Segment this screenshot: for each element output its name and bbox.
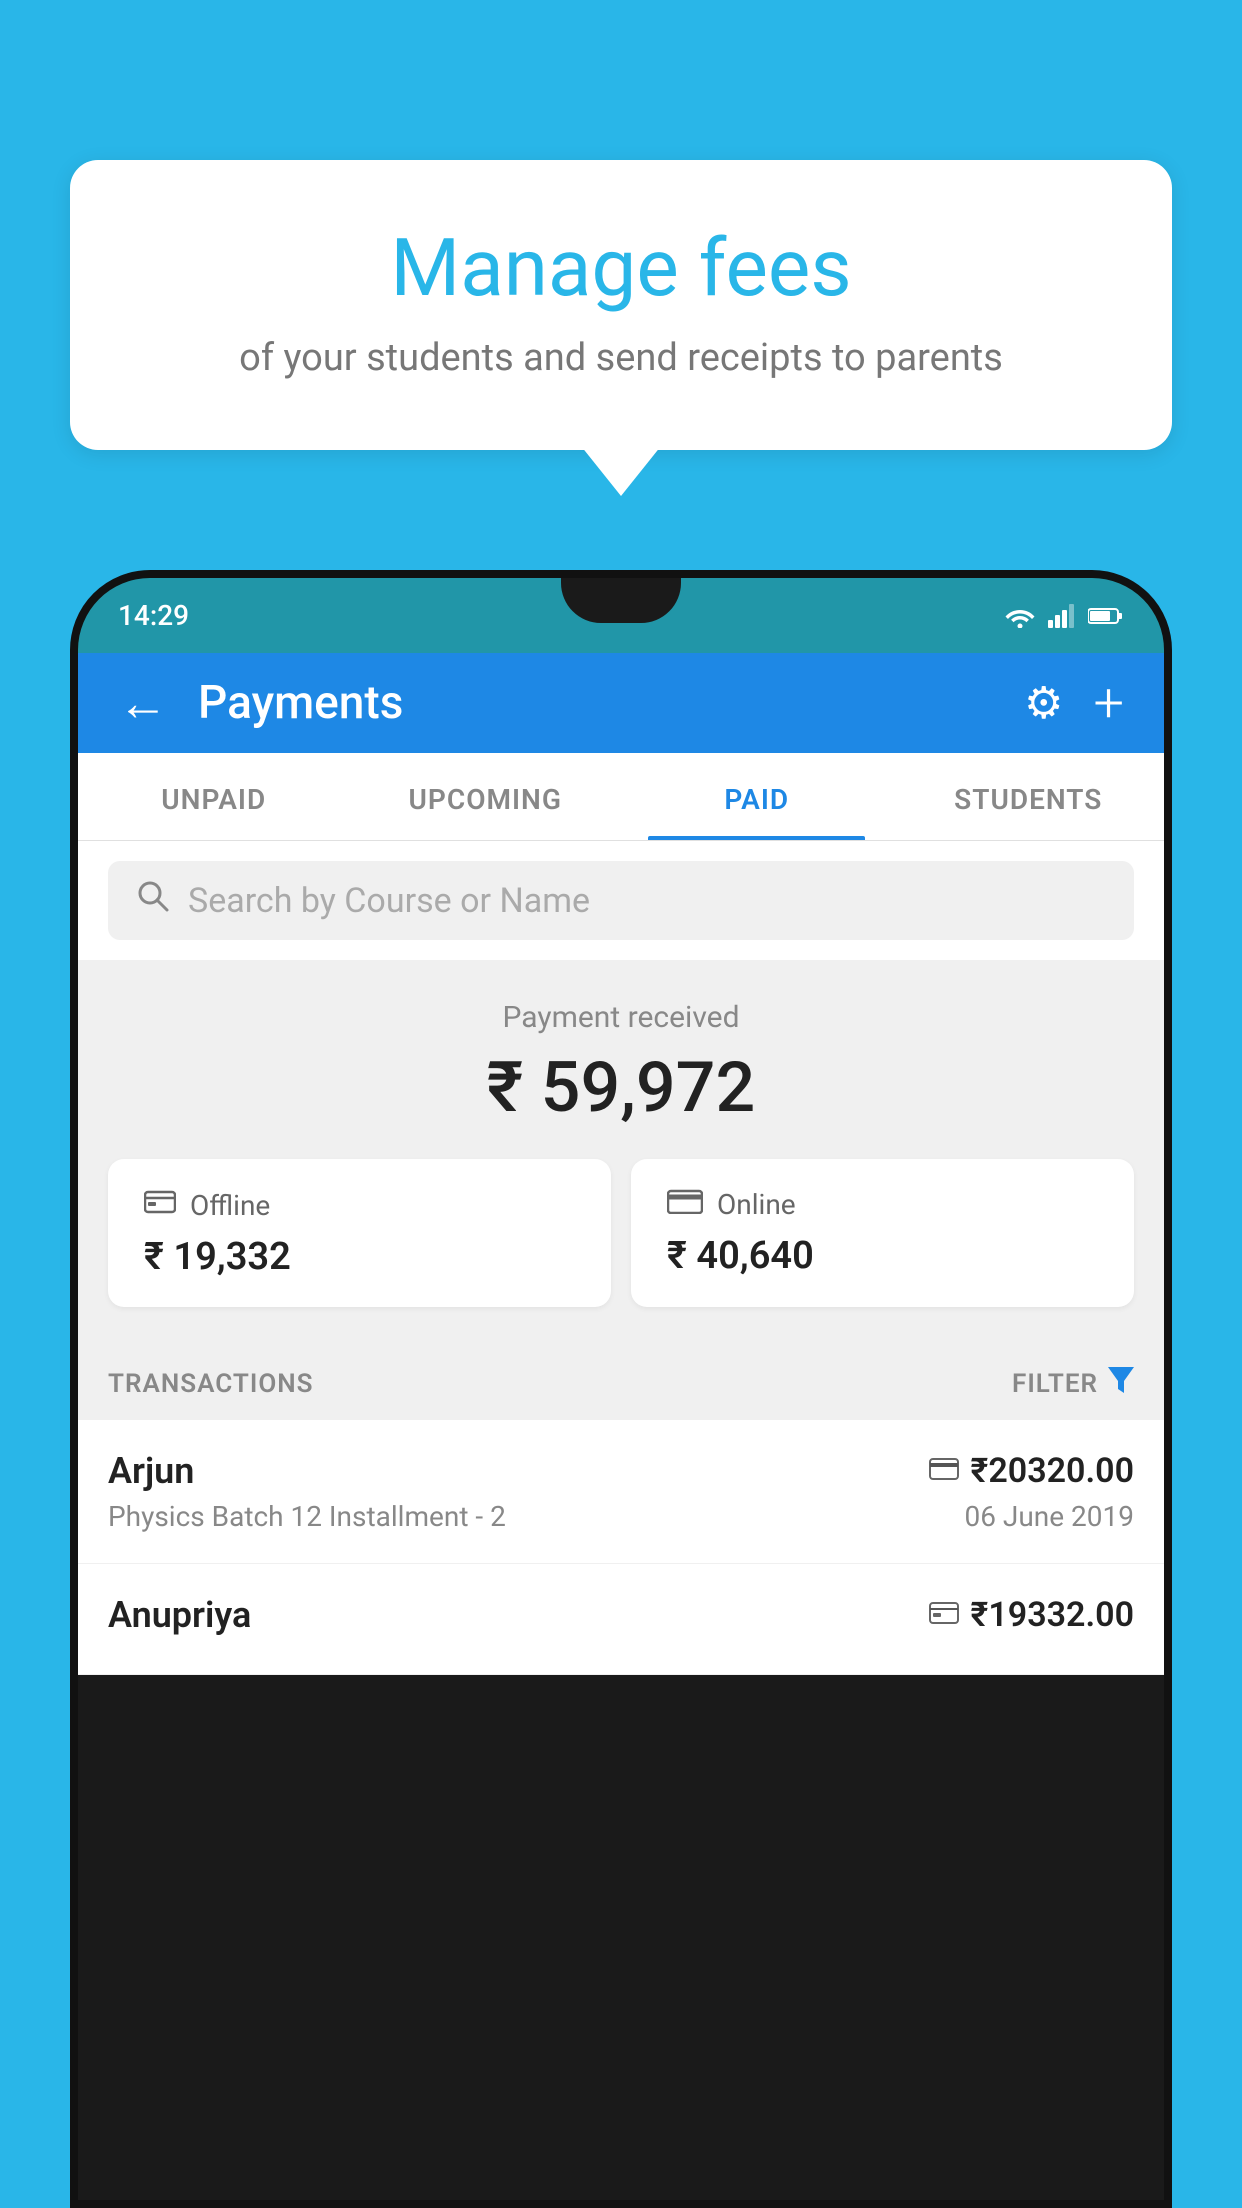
filter-button[interactable]: FILTER [1012,1367,1134,1400]
payment-summary: Payment received ₹ 59,972 Offline ₹ 19,3… [78,960,1164,1337]
tooltip-card: Manage fees of your students and send re… [70,160,1172,450]
signal-icon [1048,604,1076,628]
offline-icon [144,1187,176,1223]
transaction-name: Anupriya [108,1594,251,1636]
tab-students[interactable]: STUDENTS [893,753,1165,840]
transaction-amount: ₹19332.00 [971,1595,1134,1635]
tab-upcoming[interactable]: UPCOMING [350,753,622,840]
header-title: Payments [198,676,403,730]
online-icon [667,1187,703,1222]
transaction-payment-icon2 [929,1598,959,1633]
status-bar: 14:29 [78,578,1164,653]
transactions-header: TRANSACTIONS FILTER [78,1337,1164,1420]
table-row[interactable]: Arjun ₹20320.00 Physics Batch 12 Install… [78,1420,1164,1564]
search-container: Search by Course or Name [78,841,1164,960]
search-icon [136,879,170,922]
battery-icon [1088,606,1124,626]
status-icons [1004,604,1124,628]
tab-unpaid[interactable]: UNPAID [78,753,350,840]
search-input-wrap[interactable]: Search by Course or Name [108,861,1134,940]
transaction-row1: Arjun ₹20320.00 [108,1450,1134,1492]
status-time: 14:29 [118,599,189,632]
payment-cards: Offline ₹ 19,332 Online ₹ 40,640 [108,1159,1134,1307]
app-header: ← Payments ⚙ + [78,653,1164,753]
add-icon[interactable]: + [1093,672,1124,735]
phone-frame: 14:29 ← [70,570,1172,2208]
offline-label: Offline [190,1189,270,1222]
transaction-course: Physics Batch 12 Installment - 2 [108,1500,506,1533]
transaction-name: Arjun [108,1450,194,1492]
tooltip-subtitle: of your students and send receipts to pa… [130,336,1112,380]
offline-payment-card: Offline ₹ 19,332 [108,1159,611,1307]
back-button[interactable]: ← [118,674,168,733]
transaction-list: Arjun ₹20320.00 Physics Batch 12 Install… [78,1420,1164,1675]
search-placeholder-text: Search by Course or Name [188,881,590,921]
settings-icon[interactable]: ⚙ [1024,677,1063,729]
offline-card-header: Offline [144,1187,575,1223]
payment-received-label: Payment received [108,1000,1134,1035]
transaction-row1: Anupriya ₹19332.00 [108,1594,1134,1636]
header-left: ← Payments [118,674,403,733]
transaction-amount: ₹20320.00 [971,1451,1134,1491]
online-amount: ₹ 40,640 [667,1234,1098,1278]
transactions-label: TRANSACTIONS [108,1369,314,1399]
offline-amount: ₹ 19,332 [144,1235,575,1279]
header-right: ⚙ + [1024,672,1124,735]
payment-total-amount: ₹ 59,972 [108,1047,1134,1129]
table-row[interactable]: Anupriya ₹19332.00 [78,1564,1164,1675]
online-payment-card: Online ₹ 40,640 [631,1159,1134,1307]
transaction-payment-icon [929,1454,959,1489]
online-card-header: Online [667,1187,1098,1222]
transaction-amount-wrap: ₹19332.00 [929,1595,1134,1635]
online-label: Online [717,1188,796,1221]
tab-paid[interactable]: PAID [621,753,893,840]
phone-notch [561,578,681,623]
tabs-bar: UNPAID UPCOMING PAID STUDENTS [78,753,1164,841]
filter-label: FILTER [1012,1369,1098,1399]
wifi-icon [1004,604,1036,628]
tooltip-title: Manage fees [130,220,1112,316]
transaction-amount-wrap: ₹20320.00 [929,1451,1134,1491]
transaction-date: 06 June 2019 [964,1500,1134,1533]
transaction-row2: Physics Batch 12 Installment - 2 06 June… [108,1500,1134,1533]
filter-icon [1108,1367,1134,1400]
